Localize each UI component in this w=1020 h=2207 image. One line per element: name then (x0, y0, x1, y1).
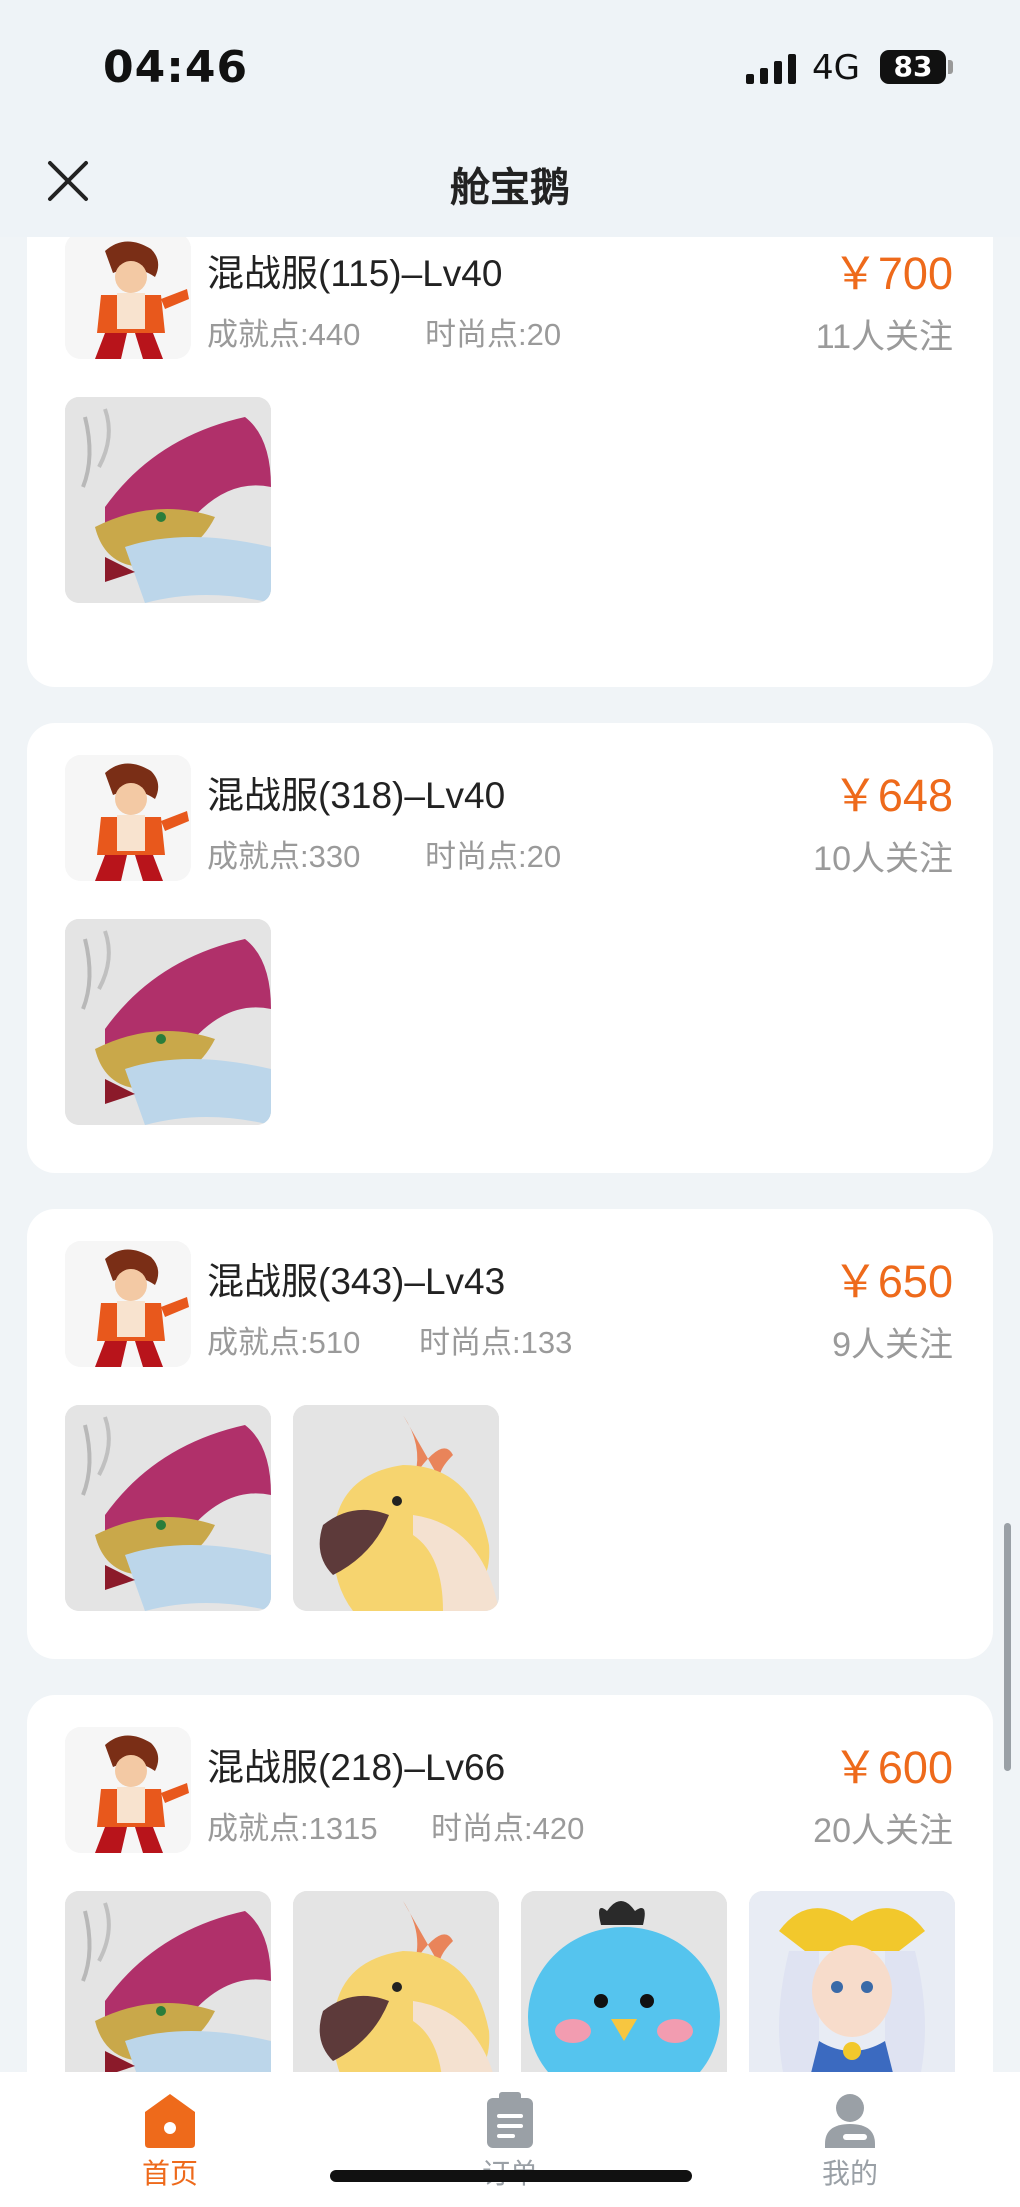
listing-title: 混战服(115)–Lv40 (207, 253, 503, 294)
character-avatar (65, 755, 191, 881)
listing-price: ￥650 (832, 1256, 953, 1307)
page-title: 舱宝鹅 (450, 165, 570, 211)
followers-count: 11人关注 (815, 318, 953, 356)
bottom-tab-bar: 首页 订单 我的 (0, 2072, 1020, 2207)
fashion-points: 时尚点:133 (419, 1325, 573, 1360)
listing-price: ￥648 (832, 770, 953, 821)
status-time: 04:46 (103, 42, 249, 93)
phoenix-mount-thumbnail[interactable] (293, 1891, 499, 2072)
listing-card[interactable]: 混战服(218)–Lv66 成就点:1315 时尚点:420 ￥600 20人关… (27, 1695, 993, 2072)
blue-bird-pet-thumbnail[interactable] (521, 1891, 727, 2072)
dragon-mount-thumbnail[interactable] (65, 397, 271, 603)
profile-icon (825, 2094, 875, 2148)
listing-title: 混战服(343)–Lv43 (207, 1261, 506, 1302)
character-avatar (65, 1727, 191, 1853)
achievement-points: 成就点:330 (207, 839, 361, 874)
battery-icon: 83 (880, 50, 946, 84)
network-type: 4G (812, 48, 860, 88)
tab-profile[interactable]: 我的 (790, 2092, 910, 2192)
battery-tip (948, 60, 953, 74)
order-icon (487, 2092, 533, 2148)
fashion-points: 时尚点:20 (425, 317, 562, 352)
princess-outfit-thumbnail[interactable] (749, 1891, 955, 2072)
achievement-points: 成就点:440 (207, 317, 361, 352)
followers-count: 9人关注 (832, 1326, 953, 1364)
character-avatar (65, 1241, 191, 1367)
home-indicator[interactable] (330, 2170, 692, 2182)
scrollbar[interactable] (1004, 1523, 1011, 1771)
dragon-mount-thumbnail[interactable] (65, 1891, 271, 2072)
phoenix-mount-thumbnail[interactable] (293, 1405, 499, 1611)
achievement-points: 成就点:510 (207, 1325, 361, 1360)
fashion-points: 时尚点:20 (425, 839, 562, 874)
dragon-mount-thumbnail[interactable] (65, 1405, 271, 1611)
tab-home-label: 首页 (141, 2157, 198, 2190)
dragon-mount-thumbnail[interactable] (65, 919, 271, 1125)
home-icon (145, 2094, 195, 2148)
tab-home[interactable]: 首页 (110, 2092, 230, 2192)
tab-profile-label: 我的 (821, 2157, 878, 2190)
followers-count: 10人关注 (813, 840, 953, 878)
nav-bar: 舱宝鹅 (0, 125, 1020, 237)
listing-price: ￥700 (832, 248, 953, 299)
signal-icon (746, 54, 796, 84)
character-avatar (65, 237, 191, 359)
listing-scroll-area[interactable]: 混战服(115)–Lv40 成就点:440 时尚点:20 ￥700 11人关注 … (0, 237, 1020, 2072)
listing-title: 混战服(218)–Lv66 (207, 1747, 506, 1788)
status-bar: 04:46 4G 83 (0, 0, 1020, 125)
listing-card[interactable]: 混战服(115)–Lv40 成就点:440 时尚点:20 ￥700 11人关注 (27, 237, 993, 687)
fashion-points: 时尚点:420 (431, 1811, 585, 1846)
listing-price: ￥600 (832, 1742, 953, 1793)
listing-card[interactable]: 混战服(343)–Lv43 成就点:510 时尚点:133 ￥650 9人关注 (27, 1209, 993, 1659)
listing-card[interactable]: 混战服(318)–Lv40 成就点:330 时尚点:20 ￥648 10人关注 (27, 723, 993, 1173)
achievement-points: 成就点:1315 (207, 1811, 378, 1846)
listing-title: 混战服(318)–Lv40 (207, 775, 506, 816)
followers-count: 20人关注 (813, 1812, 953, 1850)
